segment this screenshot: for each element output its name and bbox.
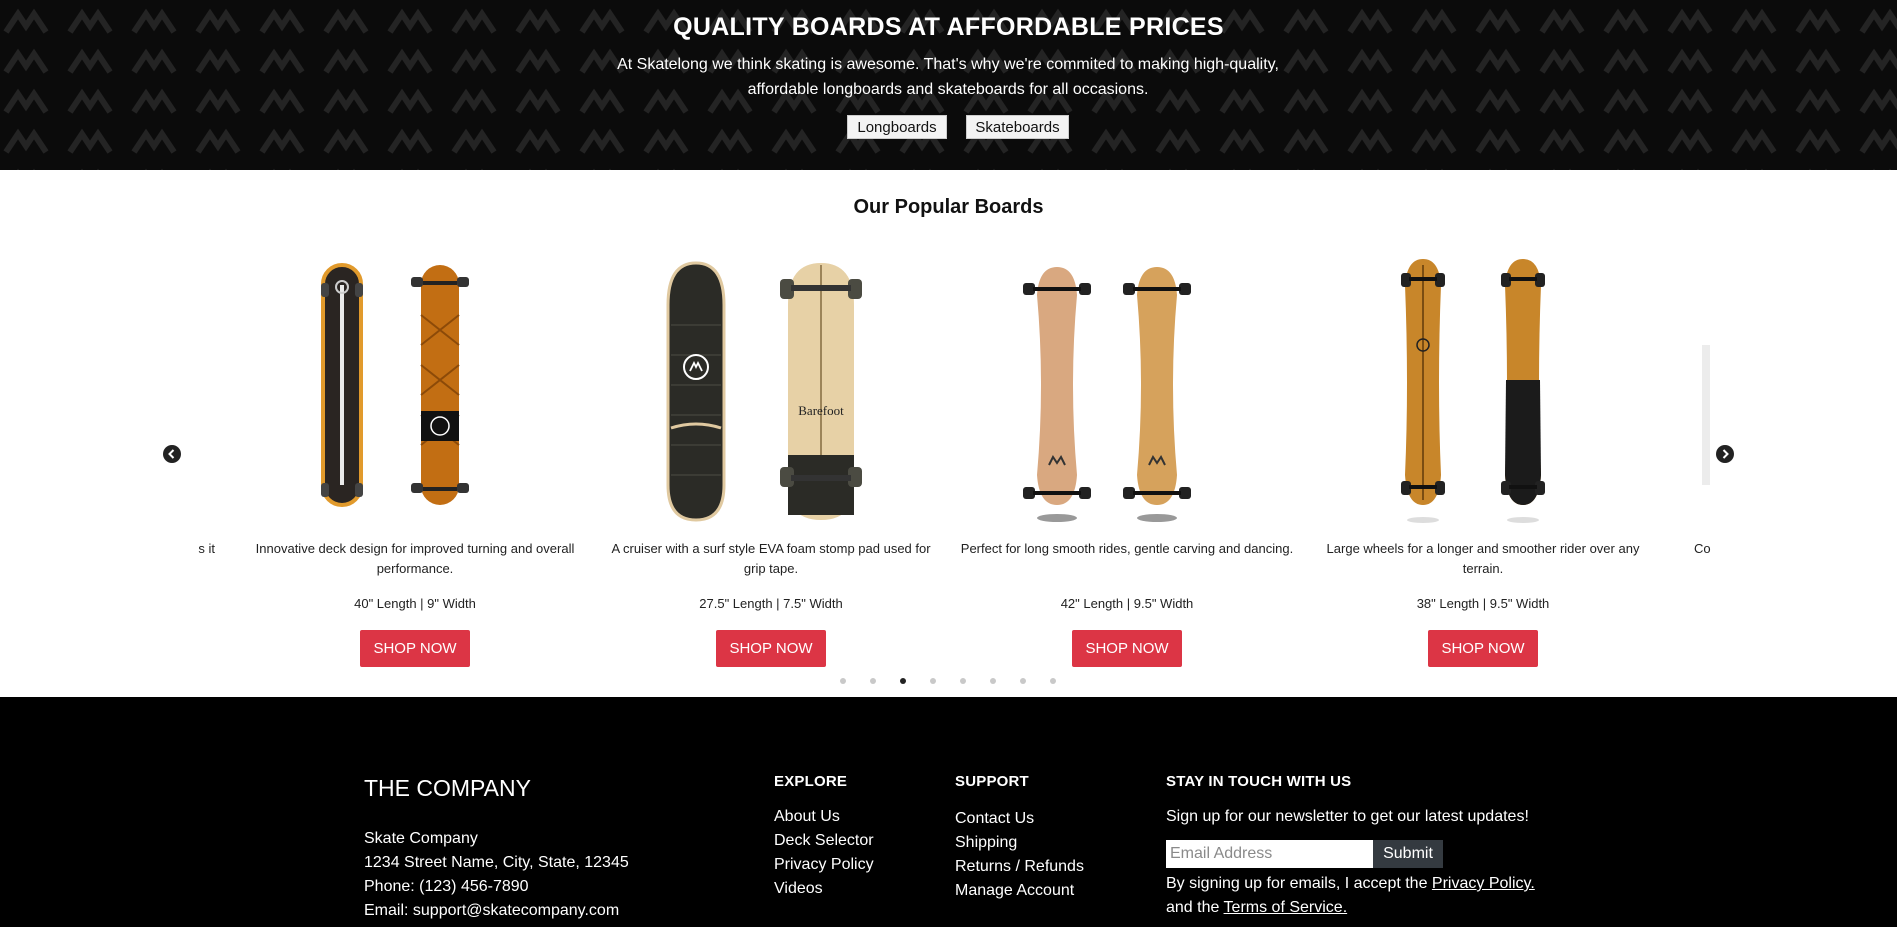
board-description: Perfect for long smooth rides, gentle ca… — [960, 541, 1294, 556]
footer-link-manage-account[interactable]: Manage Account — [955, 879, 1084, 903]
newsletter-text: Sign up for our newsletter to get our la… — [1166, 808, 1529, 825]
newsletter-legal: By signing up for emails, I accept the P… — [1166, 872, 1586, 920]
hero-description: At Skatelong we think skating is awesome… — [617, 56, 1279, 98]
hero-title: QUALITY BOARDS AT AFFORDABLE PRICES — [673, 13, 1224, 41]
carousel-dot[interactable] — [870, 678, 876, 684]
board-card: Innovative deck design for improved turn… — [245, 255, 585, 675]
shop-now-button[interactable]: SHOP NOW — [360, 630, 470, 667]
popular-boards-title: Our Popular Boards — [853, 196, 1044, 218]
footer-link-shipping[interactable]: Shipping — [955, 831, 1084, 855]
company-info: Skate Company 1234 Street Name, City, St… — [364, 827, 629, 923]
company-email: Email: support@skatecompany.com — [364, 902, 620, 919]
partial-card-image-right — [1702, 345, 1710, 485]
board-image — [1401, 259, 1545, 523]
board-dimensions: 40" Length | 9" Width — [354, 596, 476, 611]
company-name: Skate Company — [364, 830, 478, 847]
explore-heading: EXPLORE — [774, 773, 848, 790]
carousel-next-button[interactable] — [1716, 445, 1734, 463]
board-description: Innovative deck design for improved turn… — [255, 541, 575, 576]
board-image — [321, 263, 469, 507]
board-dimensions: 27.5" Length | 7.5" Width — [699, 596, 843, 611]
carousel-dot[interactable] — [1050, 678, 1056, 684]
board-image — [1023, 267, 1191, 522]
carousel-dot[interactable] — [930, 678, 936, 684]
partial-card-text-left: s it — [198, 541, 215, 556]
site-footer: THE COMPANY Skate Company 1234 Street Na… — [0, 697, 1897, 927]
board-description: Large wheels for a longer and smoother r… — [1326, 541, 1640, 576]
privacy-policy-link[interactable]: Privacy Policy. — [1432, 875, 1535, 892]
board-description: A cruiser with a surf style EVA foam sto… — [611, 541, 931, 576]
shop-now-button[interactable]: SHOP NOW — [716, 630, 826, 667]
footer-link-returns-refunds[interactable]: Returns / Refunds — [955, 855, 1084, 879]
board-dimensions: 38" Length | 9.5" Width — [1416, 596, 1550, 611]
skateboards-button[interactable]: Skateboards — [966, 115, 1069, 139]
submit-button[interactable]: Submit — [1373, 840, 1443, 868]
longboards-button[interactable]: Longboards — [847, 115, 947, 139]
shop-now-button[interactable]: SHOP NOW — [1072, 630, 1182, 667]
newsletter-heading: STAY IN TOUCH WITH US — [1166, 773, 1352, 790]
footer-link-about-us[interactable]: About Us — [774, 805, 874, 829]
board-card: Barefoot A cruiser with a surf style EVA… — [601, 255, 941, 675]
footer-link-privacy-policy[interactable]: Privacy Policy — [774, 853, 874, 877]
footer-link-contact-us[interactable]: Contact Us — [955, 807, 1084, 831]
shop-now-button[interactable]: SHOP NOW — [1428, 630, 1538, 667]
footer-link-videos[interactable]: Videos — [774, 877, 874, 901]
email-field[interactable] — [1166, 840, 1373, 868]
terms-of-service-link[interactable]: Terms of Service. — [1224, 899, 1348, 916]
carousel-prev-button[interactable] — [163, 445, 181, 463]
support-links: Contact Us Shipping Returns / Refunds Ma… — [955, 807, 1084, 903]
footer-link-deck-selector[interactable]: Deck Selector — [774, 829, 874, 853]
carousel-dot[interactable] — [960, 678, 966, 684]
barefoot-brand-logo: Barefoot — [798, 403, 844, 418]
chevron-left-icon — [168, 449, 175, 459]
carousel-dot[interactable] — [990, 678, 996, 684]
company-heading: THE COMPANY — [364, 775, 531, 801]
partial-card-text-right: Co — [1694, 541, 1711, 556]
carousel-dot[interactable] — [840, 678, 846, 684]
support-heading: SUPPORT — [955, 773, 1029, 790]
legal-prefix: By signing up for emails, I accept the — [1166, 875, 1428, 892]
board-image: Barefoot — [666, 261, 862, 522]
carousel-dot[interactable] — [1020, 678, 1026, 684]
board-card: Perfect for long smooth rides, gentle ca… — [957, 255, 1297, 675]
company-address: 1234 Street Name, City, State, 12345 — [364, 854, 629, 871]
carousel-dot[interactable] — [900, 678, 906, 684]
explore-links: About Us Deck Selector Privacy Policy Vi… — [774, 805, 874, 901]
board-dimensions: 42" Length | 9.5" Width — [1060, 596, 1194, 611]
hero-banner: QUALITY BOARDS AT AFFORDABLE PRICES At S… — [0, 0, 1897, 170]
chevron-right-icon — [1722, 449, 1729, 459]
board-card: Large wheels for a longer and smoother r… — [1313, 255, 1653, 675]
legal-mid: and the — [1166, 899, 1220, 916]
carousel-pagination — [840, 678, 1060, 686]
company-phone: Phone: (123) 456-7890 — [364, 878, 529, 895]
